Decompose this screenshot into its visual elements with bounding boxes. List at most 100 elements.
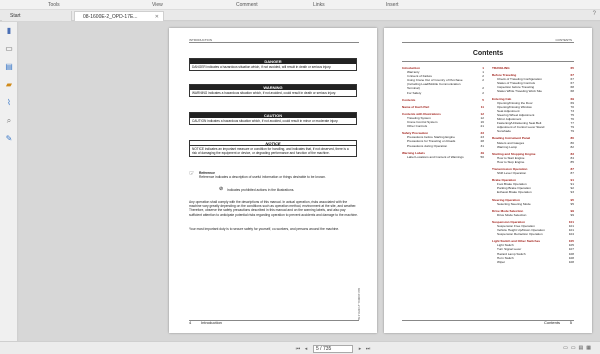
tab-bar: Start 08-1600E-2_OPD-17E... ✕ ?: [0, 10, 600, 21]
page-footer: Contents: [543, 320, 560, 325]
toc-entry-title: For Safety: [407, 90, 422, 95]
close-icon[interactable]: ✕: [155, 12, 159, 22]
tab-document-label: 08-1600E-2_OPD-17E...: [83, 14, 138, 20]
menu-view[interactable]: View: [152, 2, 163, 8]
safety-duty-paragraph: Your most important duty is to secure sa…: [189, 227, 340, 231]
toc-entry-page: 50: [479, 154, 484, 159]
toc-entry-title: Warning Lamp: [497, 144, 518, 149]
toc-entry-page: 5: [481, 97, 484, 102]
toc-entry[interactable]: Selecting Steering Mode 95: [492, 201, 574, 206]
last-page-icon[interactable]: ⏭: [364, 346, 372, 352]
toc-entry[interactable]: Sunshade 79: [492, 129, 574, 134]
menu-comment[interactable]: Comment: [236, 2, 258, 8]
header-rule: [189, 42, 359, 43]
page-thumbnails-icon[interactable]: ▭: [4, 44, 14, 54]
toc-entry-page: 2: [481, 90, 484, 95]
page-navigator: ⏮ ◂ 5 / 735 ▸ ⏭: [294, 344, 372, 353]
help-icon[interactable]: ?: [593, 11, 596, 17]
notice-box: NOTICE NOTICE indicates an important mea…: [189, 140, 357, 157]
reference-text: Reference indicates a description of use…: [199, 175, 326, 180]
menu-insert[interactable]: Insert: [386, 2, 399, 8]
toc-entry[interactable]: Drive Mode Selection 99: [492, 212, 574, 217]
toc-entry-page: 21: [479, 124, 484, 129]
attachment-icon[interactable]: ⌇: [4, 98, 14, 108]
warning-box: WARNING WARNING indicates a hazardous si…: [189, 84, 357, 97]
tools-icon[interactable]: ✎: [4, 134, 14, 144]
toc-entry-title: Sunshade: [497, 129, 511, 134]
toc-entry-title: Other Controls: [407, 124, 428, 129]
toc-entry-page: 108: [567, 259, 574, 264]
toc-entry[interactable]: How to Stop Engine 85: [492, 159, 574, 164]
toc-entry[interactable]: Precautions during Operation 31: [402, 143, 484, 148]
toc-entry[interactable]: For Safety 2: [402, 90, 484, 95]
toc-entry-page: 99: [569, 212, 574, 217]
bookmark-icon[interactable]: ▮: [4, 26, 14, 36]
contents-title: Contents: [472, 50, 504, 57]
toc-section-entry[interactable]: Name of Each Part 11: [402, 104, 484, 109]
toc-entry[interactable]: Warning Lamp 82: [492, 144, 574, 149]
prev-page-icon[interactable]: ◂: [302, 346, 310, 352]
danger-box: DANGER DANGER indicates a hazardous situ…: [189, 58, 357, 71]
reference-icon: ☞: [189, 171, 195, 177]
toc-entry-page: 65: [569, 66, 574, 71]
toc-entry-page: 95: [569, 201, 574, 206]
toc-entry-title: TRAVELING: [492, 66, 510, 70]
tab-document[interactable]: 08-1600E-2_OPD-17E... ✕: [74, 11, 164, 21]
toc-entry[interactable]: Status While Traveling Work Site 68: [492, 89, 574, 94]
search-icon[interactable]: ⌕: [4, 116, 14, 126]
menu-tools[interactable]: Tools: [48, 2, 60, 8]
layers-icon[interactable]: ▤: [4, 62, 14, 72]
danger-text: DANGER indicates a hazardous situation w…: [192, 65, 332, 69]
toc-entry-title: Contents: [402, 97, 416, 102]
toc-entry-page: 79: [569, 129, 574, 134]
menu-links[interactable]: Links: [313, 2, 325, 8]
page-5: CONTENTS Contents Introduction 1 Warranty 1…: [384, 28, 592, 333]
toc-entry-title: Selecting Steering Mode: [497, 201, 531, 206]
left-tool-rail: ▮ ▭ ▤ ▰ ⌇ ⌕ ✎: [0, 22, 18, 342]
notice-text: NOTICE indicates an important measure or…: [192, 147, 349, 155]
tab-start[interactable]: Start: [2, 11, 72, 21]
toc-entry-page: 85: [569, 159, 574, 164]
intro-paragraph: Any operation shall comply with the desc…: [189, 200, 358, 217]
toc-entry[interactable]: Label Locations and Content of Warnings 5…: [402, 154, 484, 159]
toc-entry-title: Wiper: [497, 259, 506, 264]
warning-text: WARNING indicates a hazardous situation …: [192, 91, 337, 95]
title-rule: [402, 61, 574, 62]
toc-column-left: Introduction 1 Warranty 1 In Event of Failur…: [402, 66, 484, 159]
document-code: GR-1600XL-2 OPD-17E: [357, 288, 361, 321]
page-number-input[interactable]: 5 / 735: [313, 344, 353, 353]
toc-entry-title: Suspension Retraction Operation: [497, 232, 543, 237]
toc-entry[interactable]: Exhaust Brake Operation 93: [492, 190, 574, 195]
toc-entry-page: 87: [569, 171, 574, 176]
caution-box: CAUTION CAUTION indicates a hazardous si…: [189, 112, 357, 125]
toc-entry-page: 31: [479, 143, 484, 148]
toc-entry-page: 82: [569, 144, 574, 149]
prohibited-icon: ⊘: [219, 186, 224, 192]
toc-entry-title: How to Stop Engine: [497, 159, 525, 164]
tab-start-label: Start: [10, 13, 21, 19]
toc-entry[interactable]: Suspension Retraction Operation 104: [492, 232, 574, 237]
next-page-icon[interactable]: ▸: [356, 346, 364, 352]
toc-section-entry[interactable]: Contents 5: [402, 97, 484, 102]
toc-entry[interactable]: Shift Lever Operation 87: [492, 171, 574, 176]
toc-entry[interactable]: Wiper 108: [492, 259, 574, 264]
caution-text: CAUTION indicates a hazardous situation …: [192, 119, 339, 123]
prohibited-text: Indicates prohibited actions in the illu…: [227, 188, 295, 192]
view-mode-icons[interactable]: ▭▭▤▦: [563, 345, 594, 351]
page-footer: Introduction: [201, 320, 222, 325]
toc-column-right: TRAVELING 65 Before Traveling 67 Check of Tr…: [492, 66, 574, 264]
page-number: 4: [189, 320, 192, 325]
toc-entry-page: 93: [569, 190, 574, 195]
header-rule: [402, 42, 574, 43]
page-number: 5: [569, 320, 572, 325]
document-workspace[interactable]: INTRODUCTION DANGER DANGER indicates a h…: [19, 22, 600, 341]
page-4: INTRODUCTION DANGER DANGER indicates a h…: [169, 28, 377, 333]
first-page-icon[interactable]: ⏮: [294, 346, 302, 352]
toc-entry-title: Precautions during Operation: [407, 143, 448, 148]
toc-section-entry[interactable]: TRAVELING 65: [492, 66, 574, 71]
comment-icon[interactable]: ▰: [4, 80, 14, 90]
toc-entry-page: 68: [569, 89, 574, 94]
toc-entry-title: Shift Lever Operation: [497, 171, 527, 176]
toc-entry[interactable]: Other Controls 21: [402, 124, 484, 129]
menu-bar: Tools View Comment Links Insert: [0, 0, 600, 10]
